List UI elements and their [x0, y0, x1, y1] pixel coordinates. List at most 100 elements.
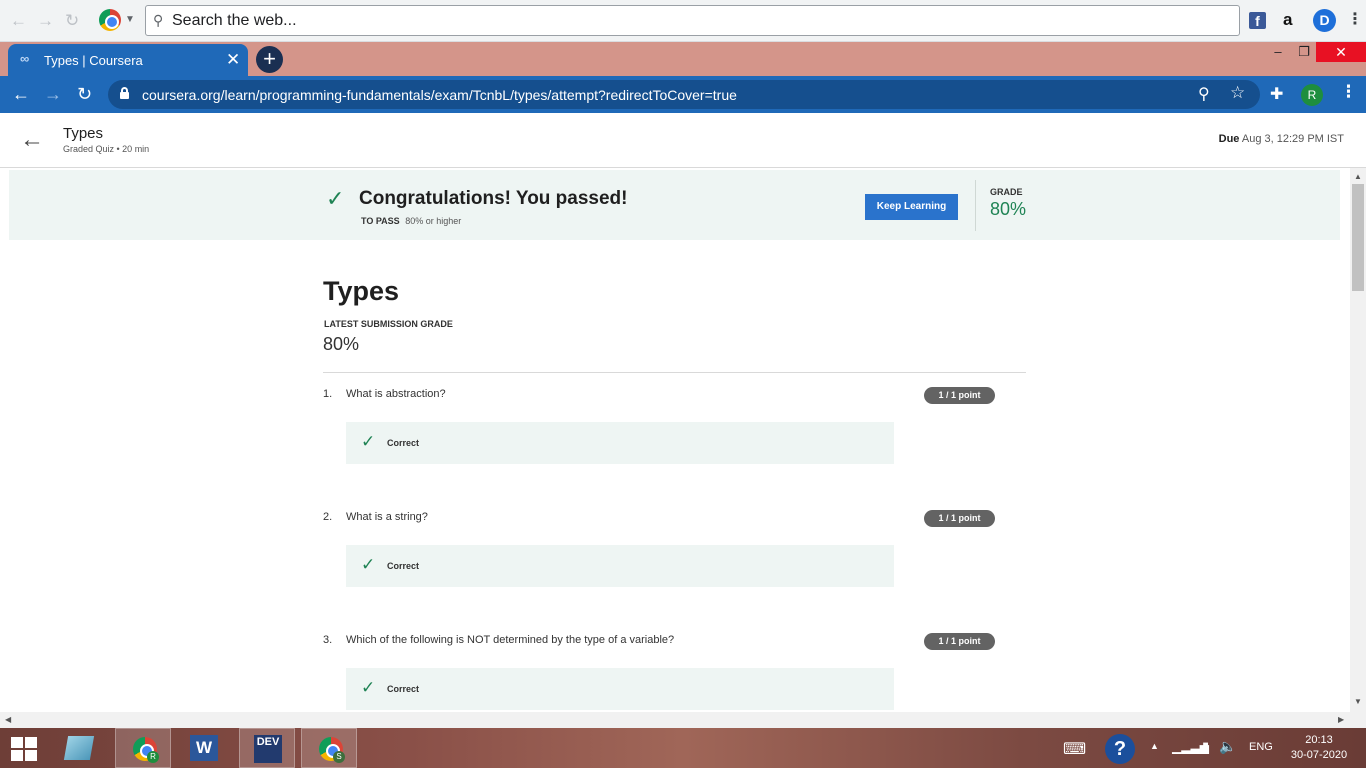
- latest-grade-value: 80%: [323, 334, 360, 354]
- coursera-infinity-icon: ∞: [20, 51, 29, 66]
- minimize-icon[interactable]: –: [1268, 42, 1288, 62]
- points-badge: 1 / 1 point: [924, 387, 995, 404]
- scroll-left-icon[interactable]: ◀: [5, 715, 11, 724]
- horizontal-scrollbar[interactable]: ◀ ▶: [0, 712, 1350, 728]
- menu-dots-icon[interactable]: ⋮: [1347, 9, 1363, 29]
- tab-title: Types | Coursera: [44, 53, 143, 68]
- volume-muted-icon[interactable]: 🔈: [1219, 738, 1236, 778]
- page-header: ← Types Graded Quiz • 20 min Due Aug 3, …: [0, 113, 1366, 168]
- due-label: Due: [1218, 133, 1240, 145]
- taskbar-devcpp[interactable]: DEV: [239, 728, 295, 768]
- clock-time: 20:13: [1305, 734, 1333, 746]
- scroll-up-icon[interactable]: ▲: [1354, 172, 1362, 181]
- grade-value: 80%: [990, 199, 1027, 219]
- chrome-logo-icon[interactable]: [99, 9, 121, 31]
- to-pass-info: TO PASS 80% or higher: [361, 216, 461, 226]
- quiz-title: Types: [323, 276, 400, 306]
- taskbar-chrome-r[interactable]: R: [115, 728, 171, 768]
- devcpp-icon: DEV: [254, 735, 282, 763]
- taskbar-chrome-s[interactable]: S: [301, 728, 357, 768]
- to-pass-label: TO PASS: [361, 216, 400, 226]
- scroll-down-icon[interactable]: ▼: [1354, 697, 1362, 706]
- address-bar-row: ← → ↻ coursera.org/learn/programming-fun…: [0, 76, 1366, 113]
- divider: [323, 372, 1026, 373]
- pass-message: Congratulations! You passed!: [359, 188, 628, 209]
- feedback-box: ✓ Correct: [346, 668, 894, 710]
- question-number: 1.: [323, 388, 333, 400]
- question-number: 3.: [323, 634, 333, 646]
- check-icon: ✓: [361, 432, 376, 451]
- feedback-box: ✓ Correct: [346, 422, 894, 464]
- pass-banner: ✓ Congratulations! You passed! TO PASS 8…: [9, 170, 1340, 240]
- forward-icon[interactable]: →: [44, 84, 62, 105]
- reload-icon[interactable]: ↻: [77, 84, 92, 105]
- question-item: 2. What is a string? 1 / 1 point ✓ Corre…: [323, 510, 1003, 621]
- divider: [975, 180, 976, 231]
- extension-d-icon[interactable]: D: [1313, 9, 1336, 32]
- scroll-right-icon[interactable]: ▶: [1338, 715, 1344, 724]
- search-toolbar: ← → ↻ ▼ ⚲ f a D ⋮: [0, 0, 1366, 42]
- back-arrow-icon[interactable]: ←: [20, 126, 44, 154]
- check-icon: ✓: [326, 186, 345, 211]
- question-text: What is a string?: [346, 511, 428, 523]
- url-text[interactable]: coursera.org/learn/programming-fundament…: [142, 87, 737, 103]
- points-badge: 1 / 1 point: [924, 510, 995, 527]
- question-number: 2.: [323, 511, 333, 523]
- question-item: 3. Which of the following is NOT determi…: [323, 633, 1003, 712]
- check-icon: ✓: [361, 555, 376, 574]
- language-indicator[interactable]: ENG: [1249, 741, 1273, 781]
- amazon-icon[interactable]: a: [1283, 10, 1292, 30]
- back-icon[interactable]: ←: [12, 84, 30, 105]
- question-item: 1. What is abstraction? 1 / 1 point ✓ Co…: [323, 387, 1003, 498]
- battery-icon[interactable]: ▮: [1202, 739, 1209, 779]
- question-text: What is abstraction?: [346, 388, 446, 400]
- bookmark-star-icon[interactable]: ☆: [1230, 83, 1245, 103]
- feedback-text: Correct: [387, 561, 420, 571]
- restore-icon[interactable]: ❐: [1294, 42, 1314, 62]
- vertical-scrollbar[interactable]: ▲ ▼: [1350, 168, 1366, 712]
- new-tab-button[interactable]: +: [256, 46, 283, 73]
- taskbar-word[interactable]: W: [176, 728, 232, 768]
- back-icon[interactable]: ←: [10, 11, 27, 31]
- due-date: Due Aug 3, 12:29 PM IST: [1219, 133, 1344, 145]
- facebook-icon[interactable]: f: [1249, 12, 1266, 29]
- clock-date: 30-07-2020: [1290, 749, 1348, 761]
- reload-icon[interactable]: ↻: [65, 11, 79, 31]
- web-search-input[interactable]: [172, 11, 1222, 31]
- chevron-up-icon[interactable]: ▲: [1150, 741, 1159, 781]
- search-icon: ⚲: [153, 12, 164, 28]
- close-tab-icon[interactable]: ✕: [226, 50, 240, 70]
- profile-r-badge: R: [147, 751, 159, 763]
- page-subtitle: Graded Quiz • 20 min: [63, 144, 150, 154]
- web-search-box[interactable]: ⚲: [145, 5, 1240, 36]
- latest-grade-label: LATEST SUBMISSION GRADE: [324, 319, 453, 329]
- scrollbar-corner: [1350, 712, 1366, 728]
- due-value: Aug 3, 12:29 PM IST: [1241, 133, 1344, 145]
- zoom-icon[interactable]: ⚲: [1198, 84, 1210, 104]
- lock-icon[interactable]: [120, 87, 129, 99]
- chrome-icon: R: [133, 737, 159, 763]
- check-icon: ✓: [361, 678, 376, 697]
- sticky-notes-icon[interactable]: [63, 736, 95, 760]
- tab-strip: ∞ Types | Coursera ✕ + – ❐ ✕: [0, 42, 1366, 76]
- word-icon: W: [190, 735, 218, 761]
- extensions-puzzle-icon[interactable]: ✚: [1270, 84, 1283, 104]
- profile-avatar[interactable]: R: [1301, 84, 1323, 106]
- help-icon[interactable]: ?: [1105, 734, 1135, 764]
- keep-learning-button[interactable]: Keep Learning: [865, 194, 958, 220]
- scroll-thumb[interactable]: [1352, 184, 1364, 291]
- chrome-icon: S: [319, 737, 345, 763]
- page-title: Types: [63, 125, 104, 142]
- feedback-text: Correct: [387, 438, 420, 448]
- keyboard-icon[interactable]: ⌨: [1063, 739, 1086, 779]
- points-badge: 1 / 1 point: [924, 633, 995, 650]
- forward-icon[interactable]: →: [37, 11, 54, 31]
- clock[interactable]: 20:13 30-07-2020: [1289, 733, 1349, 763]
- grade-label: GRADE: [990, 187, 1023, 197]
- windows-start-icon[interactable]: [10, 735, 38, 761]
- window-close-icon[interactable]: ✕: [1316, 42, 1366, 62]
- chrome-menu-icon[interactable]: ⋮: [1340, 82, 1357, 102]
- tab-types-coursera[interactable]: ∞ Types | Coursera ✕: [8, 44, 248, 76]
- chevron-down-icon[interactable]: ▼: [125, 14, 135, 25]
- omnibox[interactable]: coursera.org/learn/programming-fundament…: [108, 80, 1260, 109]
